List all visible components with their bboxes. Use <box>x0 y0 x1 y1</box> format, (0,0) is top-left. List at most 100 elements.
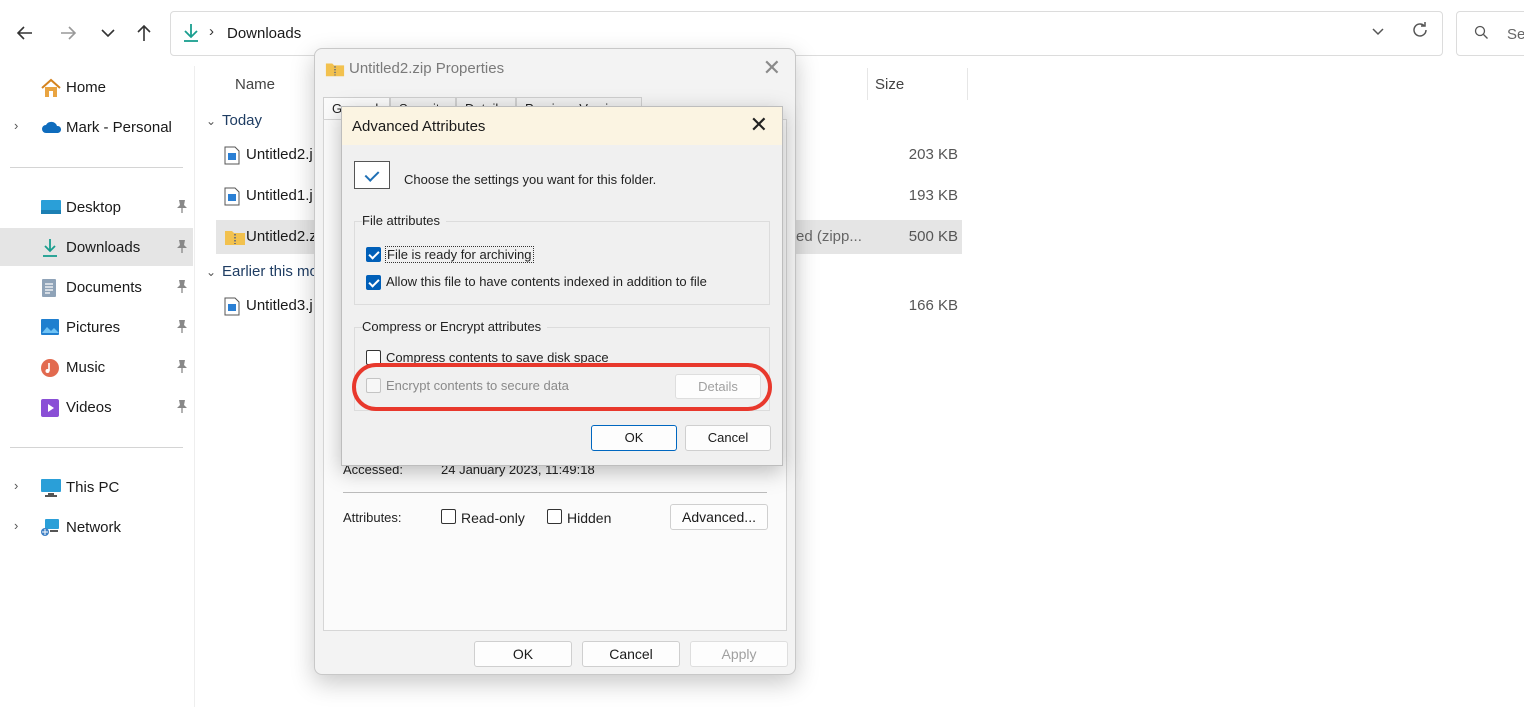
up-arrow-icon[interactable] <box>131 20 157 46</box>
search-icon <box>1473 24 1489 44</box>
sidebar-item-documents[interactable]: Documents <box>0 268 193 306</box>
readonly-label[interactable]: Read-only <box>461 510 525 526</box>
image-file-icon <box>224 187 240 206</box>
file-name: Untitled2.j <box>246 146 313 163</box>
chevron-down-icon[interactable] <box>95 20 121 46</box>
documents-icon <box>40 278 60 297</box>
forward-arrow-icon[interactable] <box>55 20 81 46</box>
close-icon[interactable]: ✕ <box>750 112 768 138</box>
pin-icon[interactable] <box>176 359 188 376</box>
sidebar-item-label: Pictures <box>66 319 121 336</box>
folder-check-icon <box>354 161 390 189</box>
collapse-chevron-icon[interactable]: ⌄ <box>206 114 222 128</box>
sidebar-item-downloads[interactable]: Downloads <box>0 228 193 266</box>
refresh-icon[interactable] <box>1410 20 1430 46</box>
search-box[interactable]: Se <box>1456 11 1524 56</box>
collapse-chevron-icon[interactable]: ⌄ <box>206 265 222 279</box>
zip-folder-icon <box>224 228 245 247</box>
group-legend: File attributes <box>362 213 447 228</box>
index-checkbox[interactable] <box>366 275 381 290</box>
address-path[interactable]: Downloads <box>227 25 301 42</box>
sidebar-item-music[interactable]: Music <box>0 348 193 386</box>
search-placeholder: Se <box>1507 26 1524 43</box>
image-file-icon <box>224 146 240 165</box>
sidebar-divider <box>10 447 183 448</box>
sidebar-item-desktop[interactable]: Desktop <box>0 188 193 226</box>
expand-chevron-icon[interactable]: › <box>14 118 18 133</box>
column-header-size[interactable]: Size <box>875 76 904 93</box>
highlight-ring <box>352 363 772 411</box>
file-name: Untitled3.j <box>246 297 313 314</box>
group-label: Earlier this mo <box>222 263 318 280</box>
archive-label[interactable]: File is ready for archiving <box>385 246 534 263</box>
pin-icon[interactable] <box>176 199 188 216</box>
readonly-checkbox[interactable] <box>441 509 456 524</box>
advanced-button[interactable]: Advanced... <box>670 504 768 530</box>
sidebar-item-label: Music <box>66 359 106 376</box>
group-legend: Compress or Encrypt attributes <box>362 319 548 334</box>
intro-text: Choose the settings you want for this fo… <box>404 172 657 187</box>
file-type: ed (zipp... <box>796 228 862 245</box>
pin-icon[interactable] <box>176 239 188 256</box>
column-divider[interactable] <box>867 68 868 100</box>
pin-icon[interactable] <box>176 279 188 296</box>
sidebar-item-home[interactable]: Home <box>0 68 193 106</box>
download-icon <box>181 22 201 49</box>
ok-button[interactable]: OK <box>591 425 677 451</box>
onedrive-cloud-icon <box>40 118 62 136</box>
file-attributes-group <box>354 221 770 305</box>
back-arrow-icon[interactable] <box>12 20 38 46</box>
sidebar-item-label: This PC <box>66 479 120 496</box>
videos-icon <box>40 398 60 417</box>
cancel-button[interactable]: Cancel <box>685 425 771 451</box>
sidebar-item-videos[interactable]: Videos <box>0 388 193 426</box>
sidebar-item-label: Mark - Personal <box>66 119 172 136</box>
dialog-titlebar: Advanced Attributes ✕ <box>342 107 782 145</box>
attributes-label: Attributes: <box>343 510 402 525</box>
ok-button[interactable]: OK <box>474 641 572 667</box>
sidebar-item-label: Network <box>66 519 122 536</box>
file-name: Untitled2.z <box>246 228 317 245</box>
sidebar-item-pictures[interactable]: Pictures <box>0 308 193 346</box>
desktop-icon <box>40 198 61 216</box>
sidebar-item-network[interactable]: › Network <box>0 508 193 546</box>
file-explorer-window: › Downloads Se Home › Mark - Personal De… <box>0 0 1524 707</box>
sidebar-item-label: Downloads <box>66 239 141 256</box>
archive-checkbox[interactable] <box>366 247 381 262</box>
expand-chevron-icon[interactable]: › <box>14 518 18 533</box>
dialog-title: Advanced Attributes <box>352 118 486 135</box>
dialog-title: Untitled2.zip Properties <box>349 60 505 77</box>
home-icon <box>40 78 61 97</box>
pictures-icon <box>40 318 60 336</box>
file-name: Untitled1.j <box>246 187 313 204</box>
group-header-today[interactable]: ⌄ Today <box>206 112 262 129</box>
hidden-label[interactable]: Hidden <box>567 510 611 526</box>
download-icon <box>40 238 60 257</box>
close-icon[interactable]: ✕ <box>763 55 781 81</box>
column-divider[interactable] <box>967 68 968 100</box>
divider <box>343 492 767 493</box>
advanced-attributes-dialog: Advanced Attributes ✕ Choose the setting… <box>341 106 783 466</box>
zip-folder-icon <box>325 60 345 83</box>
pin-icon[interactable] <box>176 399 188 416</box>
sidebar-item-onedrive[interactable]: › Mark - Personal <box>0 108 193 146</box>
index-label[interactable]: Allow this file to have contents indexed… <box>386 274 707 289</box>
column-header-name[interactable]: Name <box>235 76 275 93</box>
hidden-checkbox[interactable] <box>547 509 562 524</box>
sidebar-item-label: Desktop <box>66 199 122 216</box>
cancel-button[interactable]: Cancel <box>582 641 680 667</box>
sidebar-item-label: Home <box>66 79 107 96</box>
address-dropdown-icon[interactable] <box>1370 23 1386 43</box>
computer-icon <box>40 478 61 497</box>
sidebar-item-this-pc[interactable]: › This PC <box>0 468 193 506</box>
pin-icon[interactable] <box>176 319 188 336</box>
sidebar-item-label: Documents <box>66 279 142 296</box>
file-size: 203 KB <box>908 146 958 163</box>
navigation-pane: Home › Mark - Personal Desktop Downloads <box>0 66 195 707</box>
apply-button[interactable]: Apply <box>690 641 788 667</box>
group-header-earlier[interactable]: ⌄ Earlier this mo <box>206 263 318 280</box>
image-file-icon <box>224 297 240 316</box>
file-size: 500 KB <box>908 228 958 245</box>
group-label: Today <box>222 112 263 129</box>
expand-chevron-icon[interactable]: › <box>14 478 18 493</box>
